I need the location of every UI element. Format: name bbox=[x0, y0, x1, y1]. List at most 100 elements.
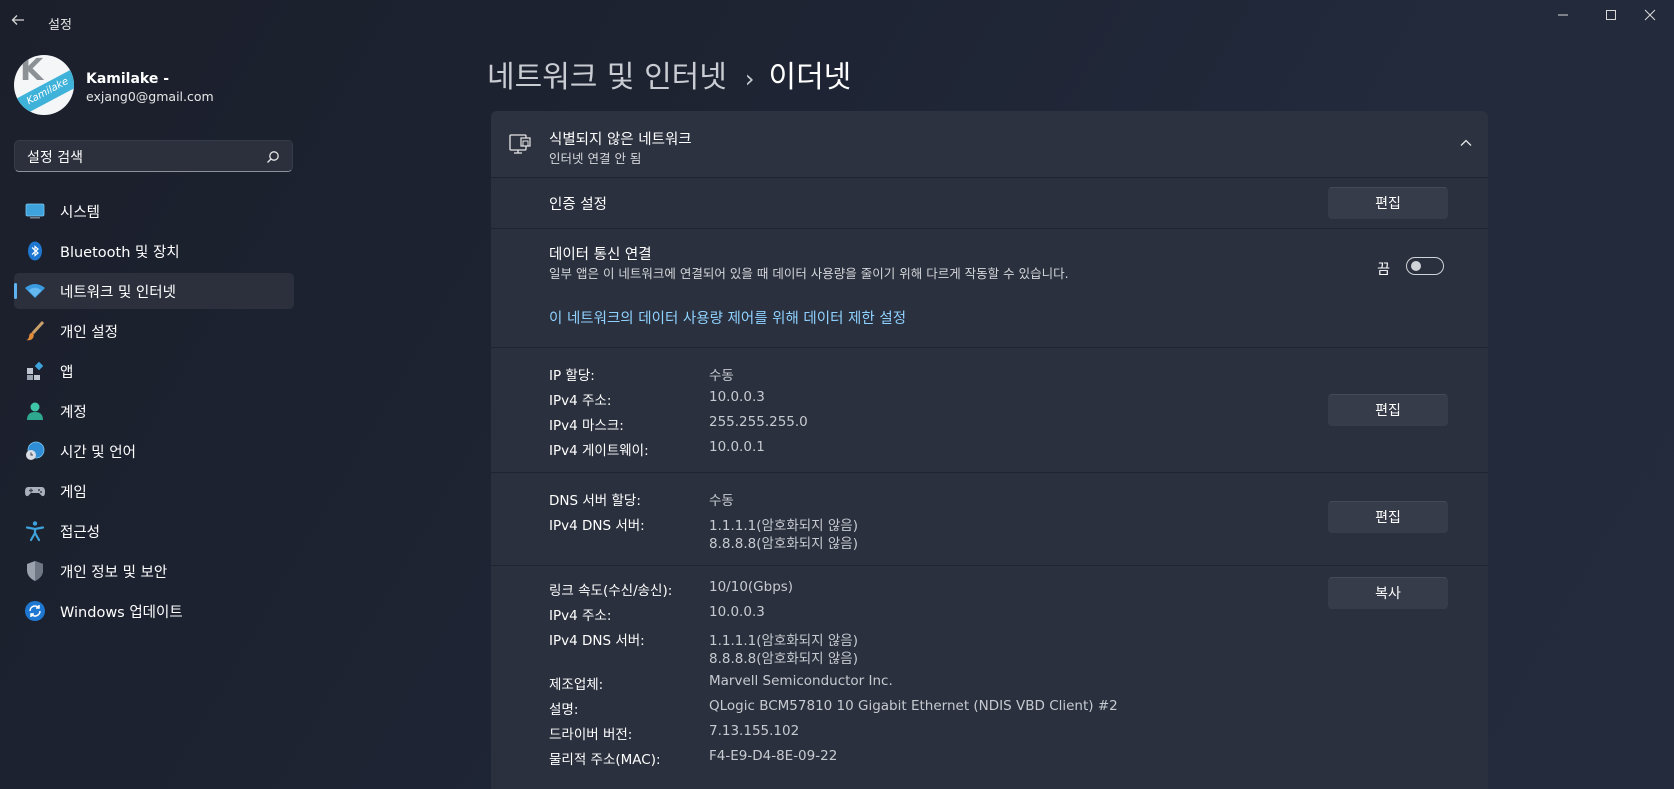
ethernet-icon bbox=[509, 134, 531, 154]
sidebar-item-bluetooth[interactable]: Bluetooth 및 장치 bbox=[14, 233, 294, 269]
sidebar-item-gaming[interactable]: 게임 bbox=[14, 473, 294, 509]
sidebar-item-privacy-security[interactable]: 개인 정보 및 보안 bbox=[14, 553, 294, 589]
profile-email: exjang0@gmail.com bbox=[86, 89, 214, 104]
ip-settings-row: IP 할당: 수동 IPv4 주소: 10.0.0.3 IPv4 마스크: 25… bbox=[491, 348, 1488, 473]
user-profile[interactable]: K Kamilake Kamilake - exjang0@gmail.com bbox=[14, 55, 294, 117]
system-icon bbox=[24, 200, 46, 222]
sidebar-item-windows-update[interactable]: Windows 업데이트 bbox=[14, 593, 294, 629]
sidebar-item-time-language[interactable]: 시간 및 언어 bbox=[14, 433, 294, 469]
kv-value: 10/10(Gbps) bbox=[709, 579, 794, 595]
sidebar-item-label: 앱 bbox=[60, 364, 74, 381]
sidebar-item-label: Windows 업데이트 bbox=[60, 604, 183, 621]
globe-clock-icon bbox=[24, 440, 46, 462]
kv-value: 255.255.255.0 bbox=[709, 414, 808, 430]
kv-key: IPv4 게이트웨이: bbox=[549, 443, 649, 459]
breadcrumb: 네트워크 및 인터넷 › 이더넷 bbox=[487, 52, 851, 96]
kv-value: 1.1.1.1(암호화되지 않음) bbox=[709, 518, 858, 534]
kv-value: 10.0.0.3 bbox=[709, 604, 765, 620]
avatar-letter: K bbox=[20, 55, 44, 88]
kv-key: DNS 서버 할당: bbox=[549, 493, 641, 509]
sidebar-item-label: 접근성 bbox=[60, 524, 101, 541]
kv-key: 물리적 주소(MAC): bbox=[549, 752, 661, 768]
breadcrumb-parent[interactable]: 네트워크 및 인터넷 bbox=[487, 60, 727, 95]
sidebar-item-personalization[interactable]: 개인 설정 bbox=[14, 313, 294, 349]
kv-value: F4-E9-D4-8E-09-22 bbox=[709, 748, 838, 764]
data-limit-link[interactable]: 이 네트워크의 데이터 사용량 제어를 위해 데이터 제한 설정 bbox=[549, 307, 906, 328]
dns-settings-row: DNS 서버 할당: 수동 IPv4 DNS 서버: 1.1.1.1(암호화되지… bbox=[491, 473, 1488, 566]
toggle-knob bbox=[1411, 261, 1421, 271]
kv-value: 7.13.155.102 bbox=[709, 723, 800, 739]
minimize-button[interactable] bbox=[1540, 0, 1586, 30]
kv-key: IPv4 DNS 서버: bbox=[549, 518, 645, 534]
kv-key: 제조업체: bbox=[549, 677, 604, 693]
ip-edit-button[interactable]: 편집 bbox=[1328, 394, 1448, 426]
accessibility-icon bbox=[24, 520, 46, 542]
kv-value: 수동 bbox=[709, 368, 734, 384]
settings-window: 설정 K Kamilake Kamilake - exjang0@gmail.c… bbox=[0, 0, 1674, 789]
kv-value: 수동 bbox=[709, 493, 734, 509]
metered-toggle[interactable] bbox=[1406, 257, 1444, 275]
metered-description: 일부 앱은 이 네트워크에 연결되어 있을 때 데이터 사용량을 줄이기 위해 … bbox=[549, 266, 1069, 281]
avatar[interactable]: K Kamilake bbox=[14, 55, 74, 115]
back-arrow-icon bbox=[11, 15, 24, 25]
sidebar-item-accounts[interactable]: 계정 bbox=[14, 393, 294, 429]
sidebar-item-network[interactable]: 네트워크 및 인터넷 bbox=[14, 273, 294, 309]
chevron-up-icon[interactable] bbox=[1458, 135, 1474, 151]
kv-value: 10.0.0.1 bbox=[709, 439, 765, 455]
network-status: 인터넷 연결 안 됨 bbox=[549, 151, 642, 166]
kv-key: IPv4 주소: bbox=[549, 393, 612, 409]
kv-value: 10.0.0.3 bbox=[709, 389, 765, 405]
kv-value: 8.8.8.8(암호화되지 않음) bbox=[709, 536, 858, 552]
auth-settings-title: 인증 설정 bbox=[549, 197, 607, 213]
shield-icon bbox=[24, 560, 46, 582]
settings-search[interactable] bbox=[14, 140, 293, 172]
sidebar-item-system[interactable]: 시스템 bbox=[14, 193, 294, 229]
kv-key: IPv4 주소: bbox=[549, 608, 612, 624]
network-header[interactable]: 식별되지 않은 네트워크 인터넷 연결 안 됨 bbox=[491, 111, 1488, 178]
close-icon bbox=[1644, 9, 1656, 21]
kv-key: IPv4 DNS 서버: bbox=[549, 633, 645, 649]
kv-key: 드라이버 버전: bbox=[549, 727, 633, 743]
kv-key: IP 할당: bbox=[549, 368, 595, 384]
sidebar-item-label: Bluetooth 및 장치 bbox=[60, 244, 180, 261]
kv-value: Marvell Semiconductor Inc. bbox=[709, 673, 893, 689]
properties-row: 링크 속도(수신/송신): 10/10(Gbps) IPv4 주소: 10.0.… bbox=[491, 566, 1488, 789]
metered-connection-row: 데이터 통신 연결 일부 앱은 이 네트워크에 연결되어 있을 때 데이터 사용… bbox=[491, 229, 1488, 348]
apps-icon bbox=[24, 360, 46, 382]
kv-key: 설명: bbox=[549, 702, 579, 718]
copy-button[interactable]: 복사 bbox=[1328, 577, 1448, 609]
update-icon bbox=[24, 600, 46, 622]
account-icon bbox=[24, 400, 46, 422]
sidebar-item-label: 개인 설정 bbox=[60, 324, 118, 341]
maximize-icon bbox=[1606, 10, 1616, 20]
kv-value: 8.8.8.8(암호화되지 않음) bbox=[709, 651, 858, 667]
dns-edit-button[interactable]: 편집 bbox=[1328, 501, 1448, 533]
kv-key: IPv4 마스크: bbox=[549, 418, 624, 434]
wifi-icon bbox=[24, 280, 46, 302]
search-icon[interactable] bbox=[266, 150, 280, 164]
ethernet-card: 식별되지 않은 네트워크 인터넷 연결 안 됨 인증 설정 편집 데이터 통신 … bbox=[491, 111, 1488, 789]
title-bar: 설정 bbox=[0, 0, 1674, 45]
kv-key: 링크 속도(수신/송신): bbox=[549, 583, 673, 599]
close-button[interactable] bbox=[1627, 0, 1673, 30]
kv-value: QLogic BCM57810 10 Gigabit Ethernet (NDI… bbox=[709, 698, 1118, 714]
metered-title: 데이터 통신 연결 bbox=[549, 247, 652, 263]
brush-icon bbox=[24, 320, 46, 342]
network-name: 식별되지 않은 네트워크 bbox=[549, 132, 692, 148]
sidebar-item-label: 개인 정보 및 보안 bbox=[60, 564, 168, 581]
toggle-state-label: 끔 bbox=[1377, 262, 1390, 278]
sidebar-item-label: 시스템 bbox=[60, 204, 101, 221]
auth-settings-row: 인증 설정 편집 bbox=[491, 178, 1488, 229]
back-button[interactable] bbox=[10, 12, 34, 32]
sidebar-item-label: 게임 bbox=[60, 484, 87, 501]
sidebar-item-accessibility[interactable]: 접근성 bbox=[14, 513, 294, 549]
sidebar-item-label: 네트워크 및 인터넷 bbox=[60, 284, 176, 301]
auth-edit-button[interactable]: 편집 bbox=[1328, 187, 1448, 219]
sidebar-item-apps[interactable]: 앱 bbox=[14, 353, 294, 389]
gamepad-icon bbox=[24, 480, 46, 502]
minimize-icon bbox=[1558, 14, 1568, 16]
sidebar-item-label: 시간 및 언어 bbox=[60, 444, 136, 461]
search-input[interactable] bbox=[25, 147, 259, 169]
page-title: 이더넷 bbox=[768, 60, 852, 95]
breadcrumb-separator: › bbox=[744, 65, 755, 93]
